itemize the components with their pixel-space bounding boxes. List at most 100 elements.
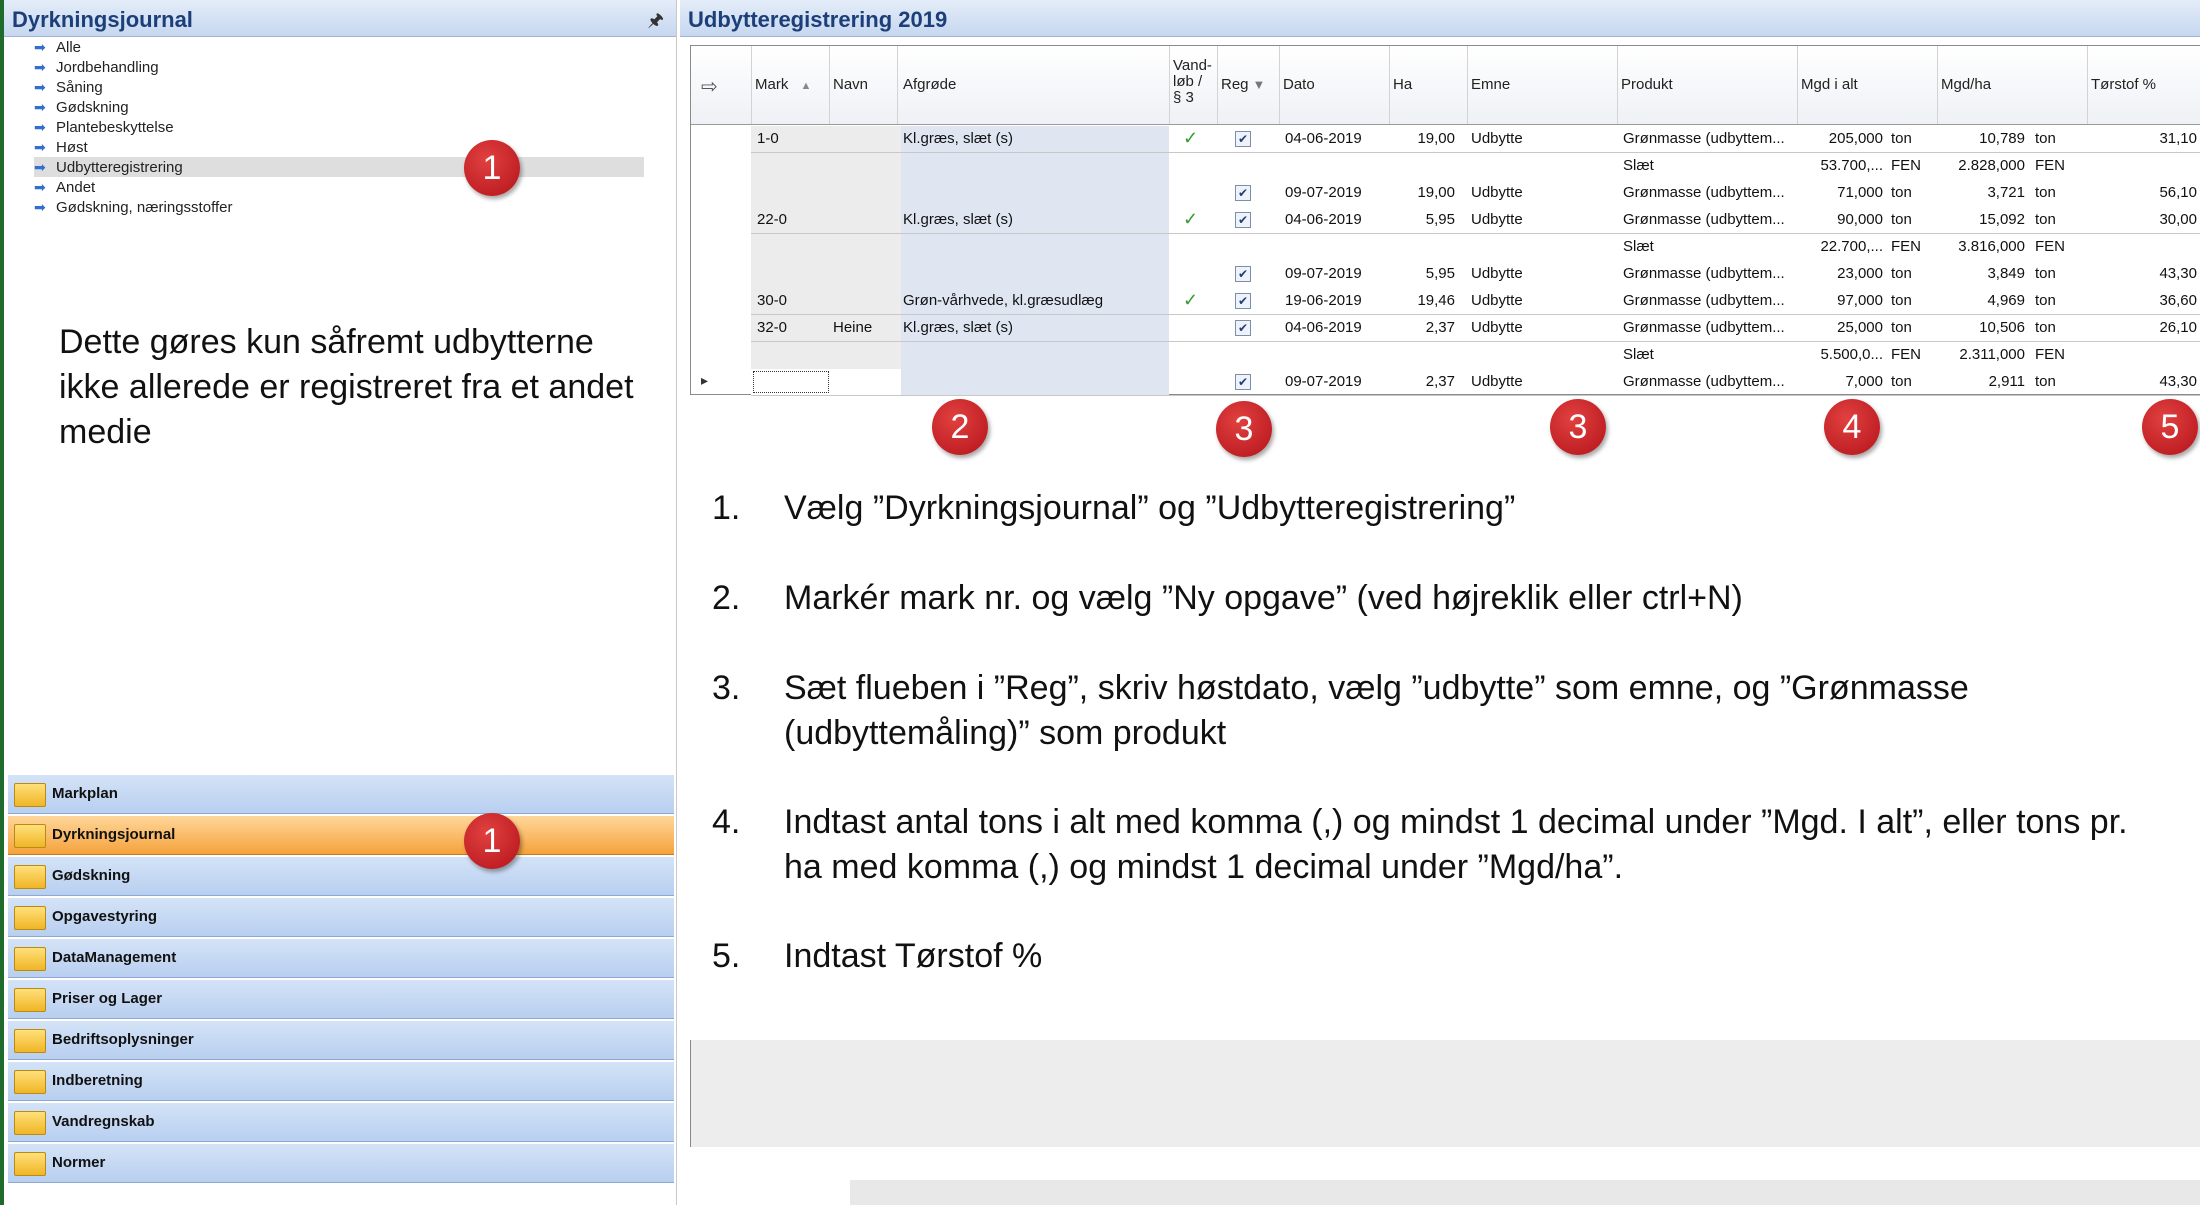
cell-mgd-ha[interactable]: 2,911 (1937, 371, 2025, 393)
table-row[interactable]: 22-0 Kl.græs, slæt (s) 04-06-2019 5,95 Udbyt… (691, 207, 2200, 234)
table-row[interactable]: Slæt 53.700,... FEN 2.828,000 FEN (691, 153, 2200, 180)
cell-mgd-alt[interactable]: 97,000 (1797, 290, 1883, 312)
col-ha[interactable]: Ha (1393, 76, 1412, 93)
nav-bedriftsoplysninger[interactable]: Bedriftsoplysninger (8, 1020, 674, 1060)
cell-torstof[interactable]: 26,10 (2087, 317, 2197, 339)
cell-mark[interactable]: 30-0 (757, 290, 787, 312)
nav-dyrkningsjournal[interactable]: Dyrkningsjournal (8, 815, 674, 855)
cell-mgd-alt[interactable]: 53.700,... (1797, 155, 1883, 177)
nav-normer[interactable]: Normer (8, 1143, 674, 1183)
cell-emne[interactable]: Udbytte (1471, 128, 1523, 150)
tree-item-andet[interactable]: ➡ Andet (34, 177, 95, 197)
cell-produkt[interactable]: Grønmasse (udbyttem... (1623, 209, 1785, 231)
table-row[interactable]: 09-07-2019 5,95 Udbytte Grønmasse (udbyttem… (691, 261, 2200, 288)
nav-vandregnskab[interactable]: Vandregnskab (8, 1102, 674, 1142)
cell-afgrode[interactable]: Grøn-vårhvede, kl.græsudlæg (903, 290, 1103, 312)
tree-item-godskning-naeringsstoffer[interactable]: ➡ Gødskning, næringsstoffer (34, 197, 232, 217)
cell-mgd-alt[interactable]: 5.500,0... (1797, 344, 1883, 366)
nav-datamanagement[interactable]: DataManagement (8, 938, 674, 978)
table-row[interactable]: 09-07-2019 2,37 Udbytte Grønmasse (udbyttem… (691, 369, 2200, 396)
cell-afgrode[interactable]: Kl.græs, slæt (s) (903, 317, 1013, 339)
cell-dato[interactable]: 09-07-2019 (1285, 263, 1362, 285)
cell-torstof[interactable]: 43,30 (2087, 263, 2197, 285)
col-afgrode[interactable]: Afgrøde (903, 76, 956, 93)
cell-dato[interactable]: 04-06-2019 (1285, 317, 1362, 339)
cell-ha[interactable]: 19,00 (1389, 128, 1455, 150)
cell-ha[interactable] (1389, 344, 1455, 366)
table-row[interactable]: 09-07-2019 19,00 Udbytte Grønmasse (udbytte… (691, 180, 2200, 207)
cell-mark[interactable]: 22-0 (757, 209, 787, 231)
cell-mgd-alt[interactable]: 23,000 (1797, 263, 1883, 285)
cell-emne[interactable]: Udbytte (1471, 263, 1523, 285)
table-row[interactable]: 1-0 Kl.græs, slæt (s) 04-06-2019 19,00 Udbyt… (691, 126, 2200, 153)
cell-produkt[interactable]: Grønmasse (udbyttem... (1623, 371, 1785, 393)
cell-unit2[interactable]: FEN (2035, 344, 2065, 366)
cell-ha[interactable]: 2,37 (1389, 317, 1455, 339)
focused-cell[interactable] (753, 371, 829, 393)
cell-mgd-ha[interactable]: 2.828,000 (1937, 155, 2025, 177)
cell-mgd-ha[interactable]: 2.311,000 (1937, 344, 2025, 366)
col-dato[interactable]: Dato (1283, 76, 1315, 93)
reg-checkbox[interactable]: ✔ (1235, 374, 1251, 390)
reg-checkbox[interactable]: ✔ (1235, 266, 1251, 282)
cell-torstof[interactable]: 43,30 (2087, 371, 2197, 393)
nav-opgavestyring[interactable]: Opgavestyring (8, 897, 674, 937)
cell-produkt[interactable]: Grønmasse (udbyttem... (1623, 263, 1785, 285)
tree-item-saning[interactable]: ➡ Såning (34, 77, 103, 97)
cell-unit2[interactable]: ton (2035, 182, 2056, 204)
table-row[interactable]: 30-0 Grøn-vårhvede, kl.græsudlæg 19-06-201… (691, 288, 2200, 315)
cell-produkt[interactable]: Slæt (1623, 236, 1654, 258)
cell-emne[interactable]: Udbytte (1471, 182, 1523, 204)
table-row[interactable]: 32-0 Heine Kl.græs, slæt (s) 04-06-2019 2,37… (691, 315, 2200, 342)
cell-torstof[interactable] (2087, 236, 2197, 258)
col-mgd-ha[interactable]: Mgd/ha (1941, 76, 1991, 93)
cell-torstof[interactable]: 31,10 (2087, 128, 2197, 150)
cell-ha[interactable] (1389, 155, 1455, 177)
cell-unit2[interactable]: ton (2035, 209, 2056, 231)
cell-mgd-alt[interactable]: 25,000 (1797, 317, 1883, 339)
reg-checkbox[interactable]: ✔ (1235, 212, 1251, 228)
cell-unit2[interactable]: ton (2035, 263, 2056, 285)
col-emne[interactable]: Emne (1471, 76, 1510, 93)
cell-torstof[interactable]: 56,10 (2087, 182, 2197, 204)
col-mgd-i-alt[interactable]: Mgd i alt (1801, 76, 1858, 93)
cell-ha[interactable]: 5,95 (1389, 263, 1455, 285)
table-row[interactable]: Slæt 22.700,... FEN 3.816,000 FEN (691, 234, 2200, 261)
cell-torstof[interactable] (2087, 344, 2197, 366)
cell-unit1[interactable]: ton (1891, 209, 1912, 231)
col-produkt[interactable]: Produkt (1621, 76, 1673, 93)
cell-dato[interactable]: 09-07-2019 (1285, 182, 1362, 204)
cell-unit1[interactable]: FEN (1891, 236, 1921, 258)
cell-ha[interactable]: 5,95 (1389, 209, 1455, 231)
cell-mgd-ha[interactable]: 10,789 (1937, 128, 2025, 150)
cell-mgd-ha[interactable]: 3,721 (1937, 182, 2025, 204)
tree-item-godskning[interactable]: ➡ Gødskning (34, 97, 129, 117)
cell-dato[interactable]: 04-06-2019 (1285, 128, 1362, 150)
cell-unit1[interactable]: ton (1891, 290, 1912, 312)
cell-emne[interactable]: Udbytte (1471, 317, 1523, 339)
cell-mgd-alt[interactable]: 7,000 (1797, 371, 1883, 393)
tree-item-plantebeskyttelse[interactable]: ➡ Plantebeskyttelse (34, 117, 174, 137)
cell-mgd-ha[interactable]: 4,969 (1937, 290, 2025, 312)
cell-unit2[interactable]: ton (2035, 290, 2056, 312)
cell-afgrode[interactable]: Kl.græs, slæt (s) (903, 128, 1013, 150)
reg-checkbox[interactable]: ✔ (1235, 293, 1251, 309)
cell-unit1[interactable]: ton (1891, 371, 1912, 393)
cell-mgd-alt[interactable]: 205,000 (1797, 128, 1883, 150)
cell-mgd-ha[interactable]: 3,849 (1937, 263, 2025, 285)
cell-mgd-ha[interactable]: 15,092 (1937, 209, 2025, 231)
cell-ha[interactable]: 2,37 (1389, 371, 1455, 393)
cell-emne[interactable]: Udbytte (1471, 209, 1523, 231)
cell-ha[interactable]: 19,00 (1389, 182, 1455, 204)
cell-unit2[interactable]: FEN (2035, 236, 2065, 258)
cell-mgd-ha[interactable]: 3.816,000 (1937, 236, 2025, 258)
cell-afgrode[interactable]: Kl.græs, slæt (s) (903, 209, 1013, 231)
tree-item-jordbehandling[interactable]: ➡ Jordbehandling (34, 57, 159, 77)
nav-indberetning[interactable]: Indberetning (8, 1061, 674, 1101)
cell-dato[interactable]: 19-06-2019 (1285, 290, 1362, 312)
cell-ha[interactable]: 19,46 (1389, 290, 1455, 312)
cell-unit2[interactable]: ton (2035, 128, 2056, 150)
cell-mgd-alt[interactable]: 71,000 (1797, 182, 1883, 204)
col-torstof[interactable]: Tørstof % (2091, 76, 2156, 93)
export-icon[interactable]: ⇨ (701, 74, 718, 99)
